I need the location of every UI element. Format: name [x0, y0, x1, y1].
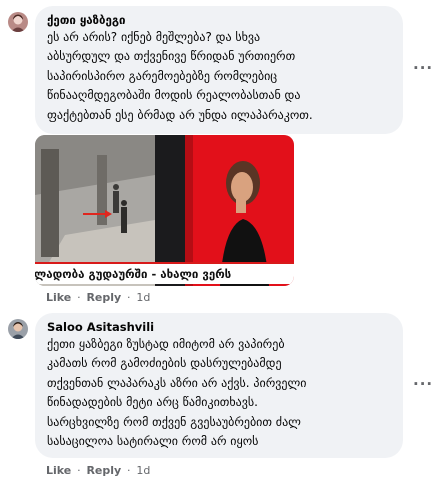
like-button[interactable]: Like — [46, 464, 71, 477]
more-options-icon[interactable]: ··· — [413, 375, 433, 393]
attached-video-thumbnail[interactable]: ძალადობა გუდაურში - ახალი ვერს — [35, 135, 294, 286]
more-options-icon[interactable]: ··· — [413, 59, 433, 77]
news-ticker: ძალადობა გუდაურში - ახალი ვერს — [35, 262, 294, 284]
comment-text: წინააღმდეგობაში მოდის რეალობასთან და — [47, 88, 301, 103]
avatar[interactable] — [8, 319, 28, 339]
comment-text: ქეთი ყაზბეგი ზუსტად იმიტომ არ ვაპირებ — [47, 337, 285, 351]
timestamp-link[interactable]: 1d — [136, 291, 150, 304]
comment-text: თქვენთან ლაპარაკს აზრი არ აქვს. პირველი — [47, 375, 307, 390]
separator: · — [77, 291, 81, 304]
comment-actions: Like · Reply · 1d — [46, 291, 150, 304]
reply-button[interactable]: Reply — [86, 291, 121, 304]
reply-button[interactable]: Reply — [86, 464, 121, 477]
comment-text: სასაცილოა სატირალი რომ არ იყოს — [47, 434, 259, 449]
comment-bubble: ქეთი ყაზბეგი ეს არ არის? იქნებ მეშლება? … — [35, 6, 403, 134]
comment-text: ფაქტებთან ესე ბრმად არ უნდა ილაპარაკოთ. — [47, 107, 313, 122]
comment-author[interactable]: Saloo Asitashvili — [47, 320, 391, 335]
comment-text: ეს არ არის? იქნებ მეშლება? და სხვა — [47, 30, 261, 44]
comment-text: საპირისპირო გარემოებებზე რომლებიც — [47, 68, 278, 83]
separator: · — [127, 291, 131, 304]
comment-text: აბსურდულ და თქვენივე წრიდან ურთიერთ — [47, 49, 296, 64]
comment-bubble: Saloo Asitashvili ქეთი ყაზბეგი ზუსტად იმ… — [35, 313, 403, 458]
separator: · — [127, 464, 131, 477]
avatar[interactable] — [8, 12, 28, 32]
ticker-text: ძალადობა გუდაურში - ახალი ვერს — [35, 267, 232, 281]
comment-author[interactable]: ქეთი ყაზბეგი — [47, 13, 391, 28]
like-button[interactable]: Like — [46, 291, 71, 304]
comment-actions: Like · Reply · 1d — [46, 464, 150, 477]
comment-text: კამათს რომ გამოძიების დასრულებამდე — [47, 356, 282, 371]
timestamp-link[interactable]: 1d — [136, 464, 150, 477]
comment-text: სარცხვილზე რომ თქვენ გვესაუბრებით ძალ — [47, 414, 301, 429]
separator: · — [77, 464, 81, 477]
comment-text: წინადადების მეტი არც წამიკითხავს. — [47, 395, 258, 410]
